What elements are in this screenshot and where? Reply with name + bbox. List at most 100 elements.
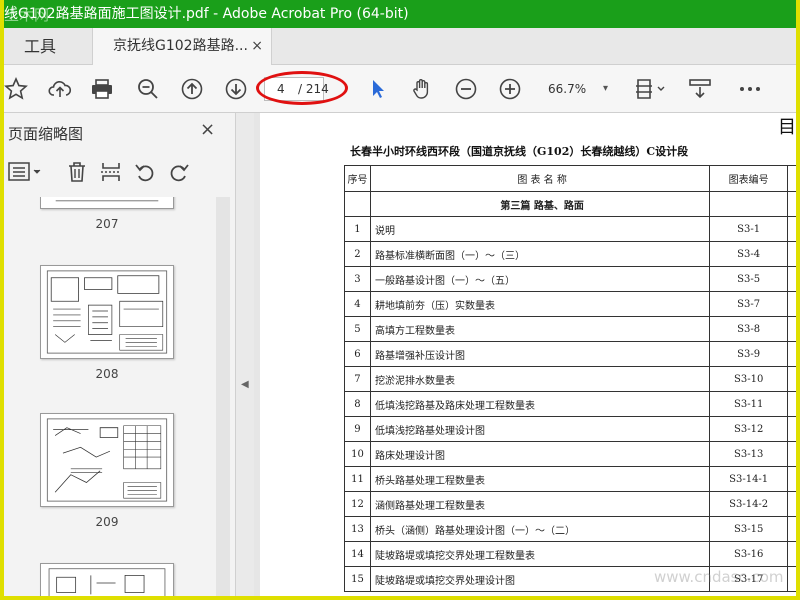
thumbnail-page[interactable] bbox=[40, 197, 174, 209]
thumbnail-page[interactable] bbox=[40, 413, 174, 507]
cloud-upload-icon[interactable] bbox=[48, 77, 72, 101]
row-code: S3-9 bbox=[709, 341, 789, 367]
row-spacer bbox=[787, 341, 796, 367]
row-code: S3-7 bbox=[709, 291, 789, 317]
table-row: 3 一般路基设计图（一）～（五） S3-5 bbox=[344, 266, 796, 292]
row-number: 11 bbox=[344, 466, 371, 492]
panel-splitter[interactable]: ◀ bbox=[236, 113, 254, 596]
tab-close-icon[interactable]: × bbox=[251, 28, 263, 65]
table-row: 13 桥头（涵侧）路基处理设计图（一）～（二） S3-15 bbox=[344, 516, 796, 542]
thumbnail-list[interactable]: 207 208 209 bbox=[4, 197, 236, 596]
column-header-spacer bbox=[787, 165, 796, 192]
thumbnail-page[interactable] bbox=[40, 265, 174, 359]
row-spacer bbox=[787, 516, 796, 542]
hand-tool-icon[interactable] bbox=[410, 77, 434, 101]
chevron-down-icon: ▾ bbox=[602, 83, 608, 94]
main-toolbar: 4 / 214 66.7% ▾ bbox=[4, 65, 796, 113]
row-code: S3-15 bbox=[709, 516, 789, 542]
zoom-out-icon[interactable] bbox=[454, 77, 478, 101]
row-spacer bbox=[787, 491, 796, 517]
row-number: 9 bbox=[344, 416, 371, 442]
row-title: 桥头（涵侧）路基处理设计图（一）～（二） bbox=[369, 516, 711, 542]
row-title: 桥头路基处理工程数量表 bbox=[369, 466, 711, 492]
row-number: 5 bbox=[344, 316, 371, 342]
column-header: 序号 bbox=[344, 165, 371, 192]
panel-close-icon[interactable]: × bbox=[200, 119, 215, 140]
row-number: 15 bbox=[344, 566, 371, 592]
row-spacer bbox=[787, 416, 796, 442]
zoom-level-value: 66.7% bbox=[548, 82, 587, 96]
highlight-ellipse bbox=[256, 71, 348, 105]
table-row: 6 路基增强补压设计图 S3-9 bbox=[344, 341, 796, 367]
zoom-level-select[interactable]: 66.7% ▾ bbox=[540, 77, 614, 101]
options-menu-icon[interactable] bbox=[8, 161, 44, 185]
row-title: 一般路基设计图（一）～（五） bbox=[369, 266, 711, 292]
table-row: 12 涵侧路基处理工程数量表 S3-14-2 bbox=[344, 491, 796, 517]
insert-page-icon[interactable] bbox=[100, 161, 124, 185]
select-cursor-icon[interactable] bbox=[366, 77, 390, 101]
table-row: 8 低填浅挖路基及路床处理工程数量表 S3-11 bbox=[344, 391, 796, 417]
row-spacer bbox=[787, 441, 796, 467]
star-icon[interactable] bbox=[4, 77, 28, 101]
scroll-mode-icon[interactable] bbox=[688, 77, 712, 101]
row-spacer bbox=[787, 466, 796, 492]
row-spacer bbox=[787, 541, 796, 567]
previous-page-icon[interactable] bbox=[180, 77, 204, 101]
column-header: 图表编号 bbox=[709, 165, 789, 192]
table-row: 1 说明 S3-1 bbox=[344, 216, 796, 242]
title-bar: 线G102路基路面施工图设计.pdf - Adobe Acrobat Pro (… bbox=[4, 0, 796, 28]
tab-document[interactable]: 京抚线G102路基路... × bbox=[92, 28, 272, 66]
thumbnail-page[interactable] bbox=[40, 563, 174, 596]
row-number: 7 bbox=[344, 366, 371, 392]
row-title: 涵侧路基处理工程数量表 bbox=[369, 491, 711, 517]
document-header: 长春半小时环线西环段（国道京抚线（G102）长春绕越线）C设计段 bbox=[350, 145, 689, 158]
row-title: 路基增强补压设计图 bbox=[369, 341, 711, 367]
page-thumbnails-panel: 页面缩略图 × 207 208 209 bbox=[4, 113, 236, 596]
row-spacer bbox=[787, 241, 796, 267]
table-row: 7 挖淤泥排水数量表 S3-10 bbox=[344, 366, 796, 392]
thumbnail-label: 207 bbox=[95, 217, 119, 231]
row-code: S3-11 bbox=[709, 391, 789, 417]
row-number: 12 bbox=[344, 491, 371, 517]
rotate-left-icon[interactable] bbox=[134, 161, 158, 185]
print-icon[interactable] bbox=[90, 77, 114, 101]
row-number: 8 bbox=[344, 391, 371, 417]
row-number: 13 bbox=[344, 516, 371, 542]
more-options-icon[interactable] bbox=[738, 77, 762, 101]
rotate-right-icon[interactable] bbox=[168, 161, 192, 185]
panel-title: 页面缩略图 bbox=[8, 125, 84, 143]
table-row: 10 路床处理设计图 S3-13 bbox=[344, 441, 796, 467]
next-page-icon[interactable] bbox=[224, 77, 248, 101]
row-code: S3-17 bbox=[709, 566, 789, 592]
row-title: 说明 bbox=[369, 216, 711, 242]
section-title: 第三篇 路基、路面 bbox=[369, 191, 711, 217]
row-title: 路床处理设计图 bbox=[369, 441, 711, 467]
table-row: 5 高填方工程数量表 S3-8 bbox=[344, 316, 796, 342]
zoom-out-magnifier-icon[interactable] bbox=[136, 77, 160, 101]
row-title: 陡坡路堤或填挖交界处理设计图 bbox=[369, 566, 711, 592]
zoom-in-icon[interactable] bbox=[498, 77, 522, 101]
row-title: 低填浅挖路基及路床处理工程数量表 bbox=[369, 391, 711, 417]
collapse-panel-icon[interactable]: ◀ bbox=[241, 379, 249, 390]
row-number: 10 bbox=[344, 441, 371, 467]
row-code: S3-4 bbox=[709, 241, 789, 267]
thumbnail-label: 209 bbox=[95, 515, 119, 529]
row-spacer bbox=[787, 291, 796, 317]
pdf-page: 目 长春半小时环线西环段（国道京抚线（G102）长春绕越线）C设计段 序号 图 … bbox=[260, 113, 796, 596]
trash-icon[interactable] bbox=[66, 161, 90, 185]
thumbnail-scrollbar[interactable] bbox=[216, 197, 230, 596]
document-view[interactable]: 目 长春半小时环线西环段（国道京抚线（G102）长春绕越线）C设计段 序号 图 … bbox=[254, 113, 796, 596]
row-code: S3-12 bbox=[709, 416, 789, 442]
row-spacer bbox=[787, 216, 796, 242]
tab-document-label: 京抚线G102路基路... bbox=[113, 38, 248, 54]
tab-tools[interactable]: 工具 bbox=[4, 28, 84, 65]
row-title: 陡坡路堤或填挖交界处理工程数量表 bbox=[369, 541, 711, 567]
table-row: 9 低填浅挖路基处理设计图 S3-12 bbox=[344, 416, 796, 442]
row-spacer bbox=[787, 316, 796, 342]
row-number: 1 bbox=[344, 216, 371, 242]
page-corner-char: 目 bbox=[778, 117, 796, 138]
fit-page-icon[interactable] bbox=[634, 77, 668, 101]
row-code: S3-16 bbox=[709, 541, 789, 567]
row-code: S3-1 bbox=[709, 216, 789, 242]
tab-bar: 工具 京抚线G102路基路... × bbox=[4, 28, 796, 66]
